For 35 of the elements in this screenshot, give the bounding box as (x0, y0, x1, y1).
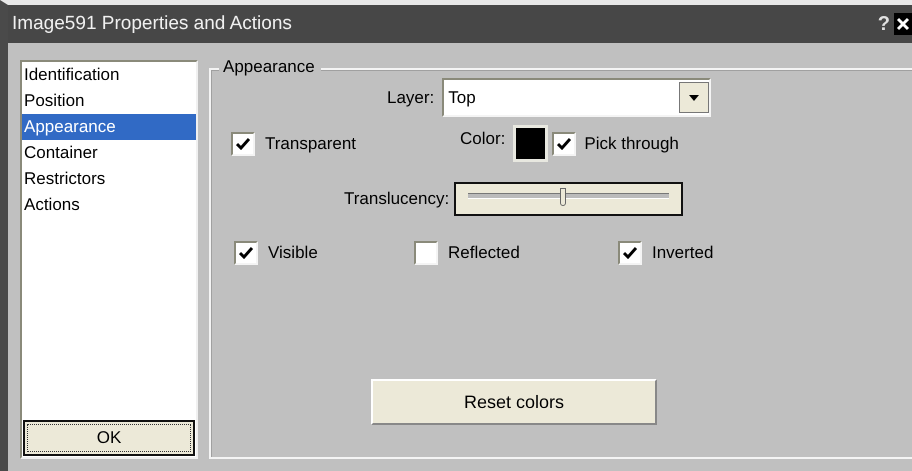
layer-dropdown[interactable]: Top (442, 78, 712, 117)
checkbox[interactable] (552, 132, 576, 156)
check-icon (557, 138, 572, 150)
color-label: Color: (460, 128, 506, 148)
translucency-label: Translucency: (344, 189, 450, 209)
check-icon (623, 247, 637, 259)
help-button[interactable]: ? (878, 12, 890, 36)
ok-button[interactable]: OK (23, 420, 195, 456)
checkbox-label: Pick through (584, 134, 679, 154)
reset-colors-button[interactable]: Reset colors (371, 379, 657, 425)
color-swatch[interactable] (513, 125, 548, 162)
window-title: Image591 Properties and Actions (12, 13, 293, 35)
section-item[interactable]: Actions (22, 192, 196, 218)
close-button[interactable] (894, 13, 912, 35)
checkbox-label: Inverted (652, 243, 714, 263)
group-legend: Appearance (219, 57, 321, 77)
section-item[interactable]: Appearance (22, 114, 196, 140)
checkbox-label: Visible (268, 243, 318, 263)
close-icon (896, 17, 910, 31)
checkbox[interactable] (231, 132, 255, 156)
section-item[interactable]: Position (22, 88, 196, 114)
checkbox-label: Transparent (265, 134, 356, 154)
checkbox-label: Reflected (448, 243, 520, 263)
translucency-slider[interactable] (454, 182, 684, 216)
check-icon (239, 247, 253, 259)
layer-label: Layer: (387, 88, 434, 108)
section-item[interactable]: Restrictors (22, 166, 196, 192)
dropdown-arrow-icon (689, 94, 700, 100)
checkbox[interactable] (618, 241, 642, 265)
section-item[interactable]: Container (22, 140, 196, 166)
slider-thumb[interactable] (560, 188, 566, 206)
checkbox[interactable] (234, 241, 258, 265)
check-icon (236, 138, 250, 150)
section-item[interactable]: Identification (22, 62, 196, 88)
checkbox[interactable] (414, 241, 438, 265)
